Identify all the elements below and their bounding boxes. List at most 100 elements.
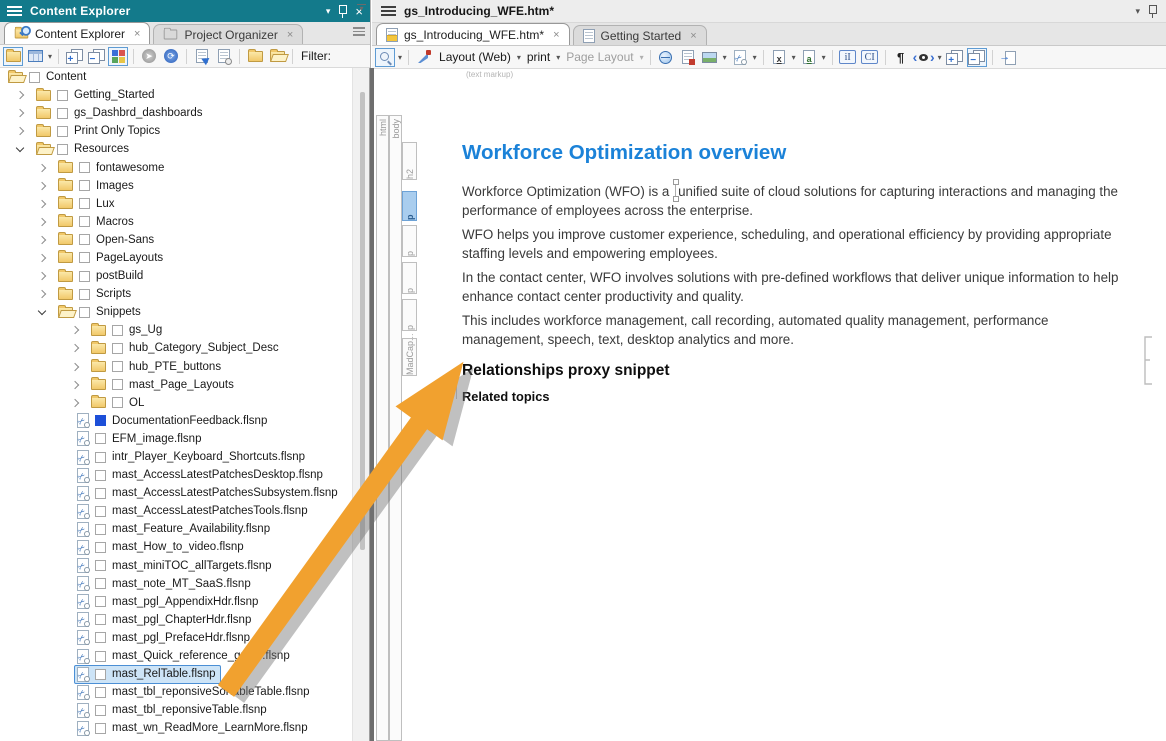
tree-folder-row[interactable]: OL	[0, 394, 352, 412]
tree-folder-row[interactable]: Content	[0, 68, 352, 86]
tab-list-icon[interactable]	[353, 27, 365, 36]
tree-item[interactable]: mast_Feature_Availability.flsnp	[74, 520, 275, 539]
expand-tags-button[interactable]: +	[945, 48, 965, 67]
chevron-right-icon[interactable]	[16, 109, 24, 117]
medium-selector-label[interactable]: print	[527, 50, 550, 64]
structure-bar-html[interactable]: html	[376, 115, 389, 741]
item-checkbox[interactable]	[57, 108, 68, 119]
tree-item[interactable]: gs_Ug	[88, 321, 167, 340]
tree-item[interactable]: mast_wn_ReadMore_LearnMore.flsnp	[74, 719, 313, 738]
chevron-down-icon[interactable]	[16, 144, 24, 152]
chevron-right-icon[interactable]	[38, 218, 46, 226]
toolbar-overflow-button[interactable]: ▾	[356, 4, 367, 12]
chevron-down-icon[interactable]	[38, 307, 46, 315]
structure-tag-p[interactable]: p	[402, 299, 417, 331]
item-checkbox[interactable]	[95, 651, 106, 662]
tree-file-row[interactable]: mast_AccessLatestPatchesTools.flsnp	[0, 502, 352, 520]
structure-tag-madcap[interactable]: MadCap...	[402, 338, 417, 376]
chevron-right-icon[interactable]	[71, 398, 79, 406]
view-grid-button[interactable]	[25, 47, 45, 66]
item-checkbox[interactable]	[79, 180, 90, 191]
tree-file-row[interactable]: intr_Player_Keyboard_Shortcuts.flsnp	[0, 448, 352, 466]
insert-snippet-button[interactable]	[730, 48, 750, 67]
tab-gs-introducing-wfe[interactable]: gs_Introducing_WFE.htm* ×	[376, 23, 570, 45]
tab-content-explorer[interactable]: Content Explorer ×	[4, 22, 150, 44]
tree-item[interactable]: Macros	[55, 212, 139, 231]
chevron-right-icon[interactable]	[38, 163, 46, 171]
tree-folder-row[interactable]: mast_Page_Layouts	[0, 376, 352, 394]
document-body[interactable]: Workforce Optimization overview Workforc…	[462, 141, 1122, 404]
dropdown-caret-icon[interactable]: ▾	[723, 53, 727, 62]
tree-file-row[interactable]: DocumentationFeedback.flsnp	[0, 412, 352, 430]
tree-file-row[interactable]: mast_pgl_AppendixHdr.flsnp	[0, 593, 352, 611]
item-checkbox[interactable]	[95, 433, 106, 444]
item-checkbox[interactable]	[79, 252, 90, 263]
chevron-right-icon[interactable]	[38, 254, 46, 262]
item-checkbox[interactable]	[95, 452, 106, 463]
tree-folder-row[interactable]: Print Only Topics	[0, 122, 352, 140]
item-checkbox[interactable]	[95, 524, 106, 535]
pane-splitter[interactable]	[369, 68, 374, 741]
tab-close-icon[interactable]: ×	[134, 28, 140, 40]
tree-item[interactable]: mast_miniTOC_allTargets.flsnp	[74, 556, 277, 575]
tree-folder-row[interactable]: PageLayouts	[0, 249, 352, 267]
item-checkbox[interactable]	[95, 632, 106, 643]
tree-folder-row[interactable]: Lux	[0, 195, 352, 213]
chevron-right-icon[interactable]	[38, 290, 46, 298]
import-button[interactable]: ➤	[139, 47, 159, 66]
item-checkbox[interactable]	[79, 307, 90, 318]
tree-item[interactable]: PageLayouts	[55, 248, 168, 267]
tree-item[interactable]: DocumentationFeedback.flsnp	[74, 411, 272, 430]
scrollbar-thumb[interactable]	[360, 92, 365, 550]
insert-variable-button[interactable]	[769, 48, 789, 67]
dropdown-caret-icon[interactable]: ▾	[792, 53, 796, 62]
tree-item[interactable]: Resources	[33, 140, 134, 159]
tree-item[interactable]: mast_Quick_reference_guide.flsnp	[74, 647, 295, 666]
tree-item[interactable]: fontawesome	[55, 158, 169, 177]
chevron-right-icon[interactable]	[38, 199, 46, 207]
tree-file-row[interactable]: mast_AccessLatestPatchesDesktop.flsnp	[0, 466, 352, 484]
item-checkbox[interactable]	[95, 470, 106, 481]
tab-project-organizer[interactable]: Project Organizer ×	[153, 24, 303, 44]
tree-item[interactable]: mast_note_MT_SaaS.flsnp	[74, 574, 256, 593]
collapse-tags-button[interactable]: −	[967, 48, 987, 67]
insert-character-button[interactable]	[799, 48, 819, 67]
item-checkbox[interactable]	[79, 271, 90, 282]
tree-item[interactable]: OL	[88, 393, 149, 412]
tree-item[interactable]: Print Only Topics	[33, 122, 165, 141]
tree-file-row[interactable]: mast_note_MT_SaaS.flsnp	[0, 575, 352, 593]
layout-mode-button[interactable]	[414, 48, 434, 67]
tree-item[interactable]: Lux	[55, 194, 120, 213]
item-checkbox[interactable]	[79, 162, 90, 173]
tree-folder-row[interactable]: postBuild	[0, 267, 352, 285]
window-menu-caret-icon[interactable]: ▾	[1135, 7, 1140, 16]
tree-item[interactable]: Images	[55, 176, 139, 195]
tree-item[interactable]: mast_pgl_AppendixHdr.flsnp	[74, 592, 263, 611]
insert-hyperlink-button[interactable]	[656, 48, 676, 67]
tree-file-row[interactable]: mast_tbl_reponsiveSortableTable.flsnp	[0, 683, 352, 701]
item-checkbox[interactable]	[57, 90, 68, 101]
tab-getting-started[interactable]: Getting Started ×	[573, 25, 707, 45]
hamburger-icon[interactable]	[381, 6, 396, 16]
tree-folder-row[interactable]: Macros	[0, 213, 352, 231]
structure-tag-h2[interactable]: h2	[402, 142, 417, 180]
tree-item[interactable]: mast_Page_Layouts	[88, 375, 239, 394]
chevron-right-icon[interactable]	[38, 236, 46, 244]
tree-file-row[interactable]: mast_How_to_video.flsnp	[0, 538, 352, 556]
dropdown-caret-icon[interactable]: ▾	[517, 53, 521, 62]
item-checkbox[interactable]	[79, 234, 90, 245]
item-checkbox[interactable]	[112, 361, 123, 372]
item-checkbox[interactable]	[79, 289, 90, 300]
item-checkbox[interactable]	[95, 596, 106, 607]
tree-item[interactable]: hub_PTE_buttons	[88, 357, 226, 376]
item-checkbox[interactable]	[95, 687, 106, 698]
tree-item[interactable]: Content	[5, 68, 91, 87]
view-options-button[interactable]	[108, 47, 128, 66]
show-paragraph-marks-button[interactable]: ¶	[891, 48, 911, 67]
tree-file-row[interactable]: mast_pgl_PrefaceHdr.flsnp	[0, 629, 352, 647]
tree-item[interactable]: Scripts	[55, 285, 136, 304]
tree-item[interactable]: intr_Player_Keyboard_Shortcuts.flsnp	[74, 448, 310, 467]
structure-tag-p-selected[interactable]: p	[402, 191, 417, 221]
expand-all-button[interactable]: +	[64, 47, 84, 66]
dropdown-caret-icon[interactable]: ▾	[938, 53, 942, 62]
